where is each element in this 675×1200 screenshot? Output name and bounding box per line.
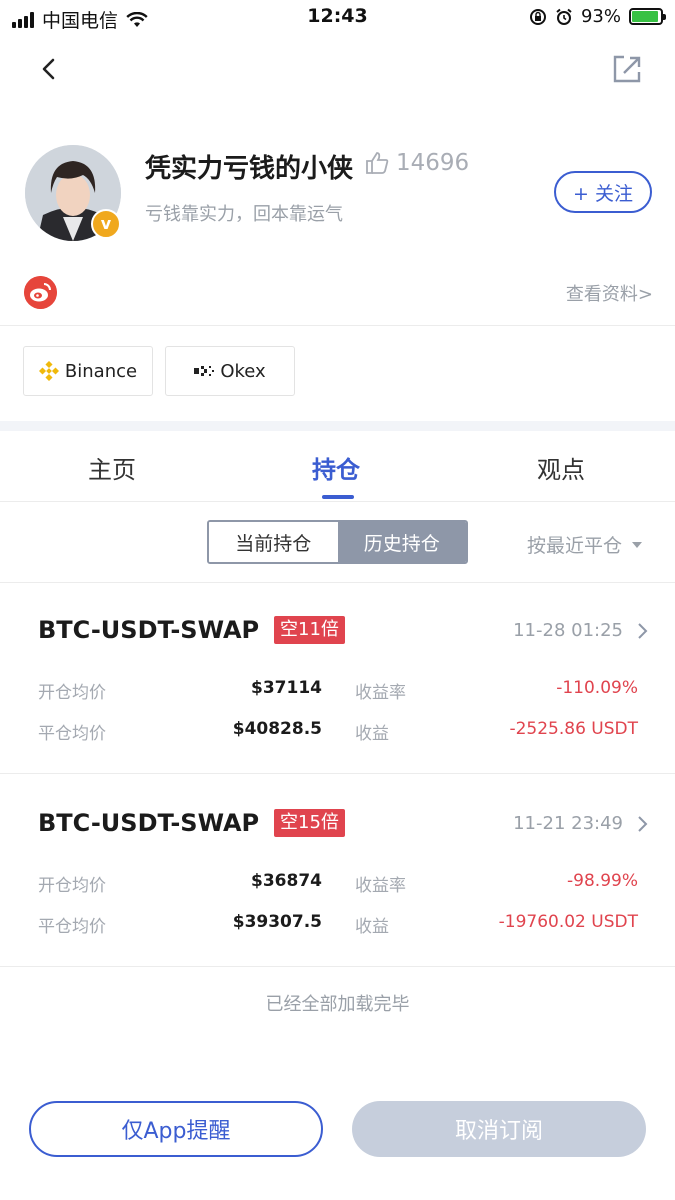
tab-home[interactable]: 主页 <box>88 450 136 485</box>
caret-down-icon <box>632 541 643 548</box>
return-rate-value: -98.99% <box>567 871 638 891</box>
follow-button[interactable]: + 关注 <box>554 171 652 213</box>
view-profile-label: 查看资料 <box>565 284 638 305</box>
weibo-icon[interactable] <box>24 276 57 309</box>
view-profile-arrow: > <box>637 284 653 305</box>
tab-opinions[interactable]: 观点 <box>537 450 585 485</box>
position-time: 11-21 23:49 <box>513 813 623 834</box>
close-price-value: $40828.5 <box>232 719 322 739</box>
chevron-right-icon[interactable] <box>637 622 649 640</box>
pnl-value: -2525.86 USDT <box>509 719 638 739</box>
open-price-value: $36874 <box>251 871 322 891</box>
tab-positions[interactable]: 持仓 <box>312 450 360 485</box>
close-price-label: 平仓均价 <box>38 724 106 744</box>
divider <box>0 582 675 583</box>
like-count-value: 14696 <box>396 150 470 176</box>
app-only-remind-button[interactable]: 仅App提醒 <box>29 1101 323 1157</box>
alarm-icon <box>556 8 572 25</box>
unsubscribe-button[interactable]: 取消订阅 <box>352 1101 646 1157</box>
exchange-binance[interactable]: Binance <box>23 346 153 396</box>
like-count[interactable]: 14696 <box>364 150 469 176</box>
user-bio: 亏钱靠实力，回本靠运气 <box>145 204 343 225</box>
rotation-lock-icon <box>529 8 546 25</box>
user-name: 凭实力亏钱的小侠 <box>145 154 354 184</box>
position-card[interactable]: BTC-USDT-SWAP 空15倍 11-21 23:49 开仓均价 $368… <box>0 777 675 969</box>
pnl-value: -19760.02 USDT <box>498 912 638 932</box>
position-segmented-control: 当前持仓 历史持仓 <box>207 520 468 564</box>
divider <box>0 325 675 326</box>
position-card[interactable]: BTC-USDT-SWAP 空11倍 11-28 01:25 开仓均价 $371… <box>0 584 675 776</box>
battery-percent: 93% <box>580 6 621 27</box>
battery-icon <box>629 8 666 25</box>
verified-badge: v <box>91 209 121 239</box>
divider <box>0 773 675 774</box>
view-profile-link[interactable]: 查看资料> <box>566 280 653 306</box>
segment-current-positions[interactable]: 当前持仓 <box>209 522 338 562</box>
thumbs-up-icon[interactable] <box>364 150 390 176</box>
position-pair: BTC-USDT-SWAP <box>38 616 260 644</box>
return-rate-value: -110.09% <box>556 678 638 698</box>
pnl-label: 收益 <box>355 724 389 744</box>
status-bar: 中国电信 12:43 93% <box>0 0 675 34</box>
leverage-badge: 空15倍 <box>274 809 345 837</box>
return-rate-label: 收益率 <box>355 876 406 896</box>
back-button[interactable] <box>36 54 64 84</box>
divider <box>0 966 675 967</box>
open-price-label: 开仓均价 <box>38 683 106 703</box>
all-loaded-text: 已经全部加载完毕 <box>265 994 410 1015</box>
pnl-label: 收益 <box>355 917 389 937</box>
close-price-value: $39307.5 <box>232 912 322 932</box>
position-pair: BTC-USDT-SWAP <box>38 809 260 837</box>
share-button[interactable] <box>610 52 644 86</box>
position-time: 11-28 01:25 <box>513 620 623 641</box>
exchange-binance-label: Binance <box>64 360 138 382</box>
binance-logo-icon <box>38 361 59 381</box>
divider <box>0 501 675 502</box>
exchange-okex-label: Okex <box>220 360 266 382</box>
return-rate-label: 收益率 <box>355 683 406 703</box>
segment-history-positions[interactable]: 历史持仓 <box>337 522 466 562</box>
open-price-label: 开仓均价 <box>38 876 106 896</box>
okex-logo-icon <box>194 366 215 376</box>
close-price-label: 平仓均价 <box>38 917 106 937</box>
section-separator <box>0 421 675 431</box>
active-tab-indicator <box>322 495 354 499</box>
leverage-badge: 空11倍 <box>274 616 345 644</box>
open-price-value: $37114 <box>251 678 322 698</box>
exchange-okex[interactable]: Okex <box>165 346 295 396</box>
chevron-right-icon[interactable] <box>637 815 649 833</box>
sort-label: 按最近平仓 <box>527 535 623 557</box>
status-right: 93% <box>529 6 666 27</box>
sort-dropdown[interactable]: 按最近平仓 <box>527 531 643 558</box>
